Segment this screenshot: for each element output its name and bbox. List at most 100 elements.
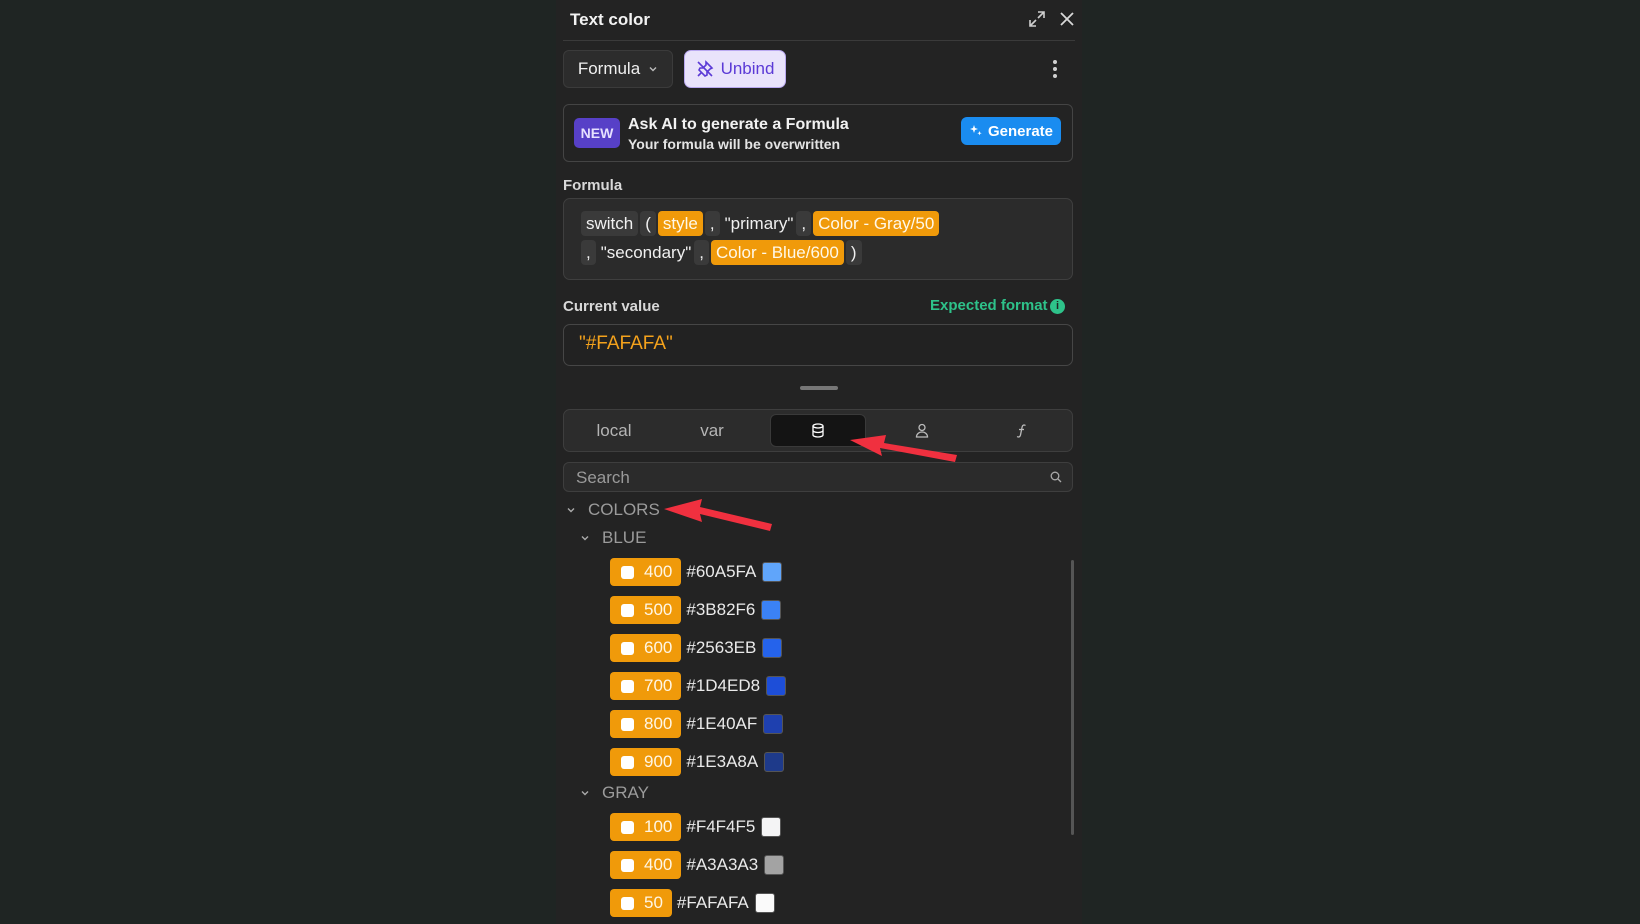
ai-banner-title: Ask AI to generate a Formula	[628, 116, 849, 133]
unpin-icon	[696, 60, 713, 77]
color-row[interactable]: 400 #A3A3A3	[610, 851, 785, 879]
panel-header: Text color	[563, 0, 1075, 41]
color-swatch	[766, 676, 787, 696]
current-value-display: "#FAFAFA"	[563, 324, 1073, 366]
tree-group-label: BLUE	[602, 528, 647, 547]
color-row[interactable]: 800 #1E40AF	[610, 710, 784, 738]
tab-user[interactable]	[874, 414, 970, 447]
color-row[interactable]: 700 #1D4ED8	[610, 672, 787, 700]
search-field[interactable]	[563, 462, 1073, 492]
shade-label: 800	[644, 714, 673, 733]
color-shade-chip[interactable]: 50	[610, 889, 672, 917]
shade-label: 500	[644, 600, 673, 619]
formula-token[interactable]: ,	[796, 211, 812, 236]
function-icon	[1016, 424, 1026, 438]
tab-var[interactable]: var	[666, 414, 758, 447]
variable-box-icon	[621, 641, 634, 655]
formula-token[interactable]: )	[845, 240, 862, 265]
color-shade-chip[interactable]: 800	[610, 710, 682, 738]
color-swatch	[763, 714, 784, 734]
formula-token[interactable]: ,	[694, 240, 709, 265]
tab-local[interactable]: local	[568, 414, 660, 447]
tab-function[interactable]	[976, 414, 1068, 447]
formula-token[interactable]: ,	[704, 211, 720, 236]
formula-variable-token[interactable]: Color - Blue/600	[710, 240, 844, 265]
sparkle-icon	[969, 125, 982, 136]
color-shade-chip[interactable]: 400	[610, 558, 682, 586]
shade-label: 400	[644, 562, 673, 581]
color-row[interactable]: 100 #F4F4F5	[610, 813, 782, 841]
search-icon	[1050, 471, 1062, 483]
formula-string[interactable]: "secondary"	[601, 243, 692, 262]
expected-format-link[interactable]: Expected format	[930, 297, 1048, 314]
color-row[interactable]: 500 #3B82F6	[610, 596, 782, 624]
color-row[interactable]: 600 #2563EB	[610, 634, 783, 662]
variable-box-icon	[621, 679, 634, 693]
info-icon[interactable]: i	[1050, 299, 1065, 314]
color-swatch	[754, 893, 775, 913]
generate-label: Generate	[987, 122, 1054, 140]
color-shade-chip[interactable]: 900	[610, 748, 682, 776]
tree-group-label: COLORS	[588, 500, 660, 519]
tab-data[interactable]	[770, 414, 866, 447]
color-row[interactable]: 50 #FAFAFA	[610, 889, 775, 917]
formula-editor[interactable]: switch(style, "primary", Color - Gray/50, "…	[563, 198, 1073, 280]
chevron-down-icon	[649, 67, 657, 72]
resize-handle[interactable]	[800, 386, 838, 390]
hex-value: #2563EB	[686, 638, 757, 657]
search-input[interactable]	[574, 466, 1028, 490]
close-icon[interactable]	[1057, 9, 1077, 29]
variable-box-icon	[621, 717, 634, 731]
color-swatch	[764, 855, 785, 875]
color-swatch	[761, 600, 782, 620]
shade-label: 600	[644, 638, 673, 657]
panel-title: Text color	[570, 10, 650, 29]
formula-string[interactable]: "primary"	[725, 214, 794, 233]
tree-group-blue[interactable]: BLUE	[580, 528, 646, 548]
chevron-down-icon	[581, 791, 589, 796]
formula-variable-token[interactable]: style	[657, 211, 703, 236]
shade-label: 900	[644, 752, 673, 771]
current-value-label: Current value	[563, 298, 660, 315]
ai-generate-banner: NEW Ask AI to generate a Formula Your fo…	[563, 104, 1073, 162]
color-shade-chip[interactable]: 100	[610, 813, 682, 841]
generate-button[interactable]: Generate	[961, 117, 1061, 145]
color-shade-chip[interactable]: 400	[610, 851, 682, 879]
tree-group-colors[interactable]: COLORS	[566, 500, 660, 520]
new-badge: NEW	[574, 118, 620, 148]
hex-value: #FAFAFA	[676, 893, 749, 912]
unbind-button[interactable]: Unbind	[684, 50, 786, 88]
variable-box-icon	[621, 565, 634, 579]
formula-token[interactable]: ,	[581, 240, 596, 265]
hex-value: #1E40AF	[686, 714, 758, 733]
formula-token[interactable]: (	[640, 211, 656, 236]
color-shade-chip[interactable]: 600	[610, 634, 682, 662]
hex-value: #1D4ED8	[686, 676, 761, 695]
color-shade-chip[interactable]: 700	[610, 672, 682, 700]
hex-value: #3B82F6	[686, 600, 756, 619]
variable-box-icon	[621, 858, 634, 872]
scrollbar[interactable]	[1071, 560, 1074, 835]
shade-label: 50	[644, 893, 663, 912]
color-swatch	[764, 752, 785, 772]
formula-label: Formula	[563, 177, 623, 194]
user-icon	[915, 423, 929, 438]
color-shade-chip[interactable]: 500	[610, 596, 682, 624]
formula-variable-token[interactable]: Color - Gray/50	[813, 211, 940, 236]
more-options-icon[interactable]	[1049, 58, 1061, 80]
shade-label: 100	[644, 817, 673, 836]
expand-icon[interactable]	[1027, 9, 1047, 29]
variable-box-icon	[621, 896, 634, 910]
formula-token[interactable]: switch	[581, 211, 639, 236]
color-row[interactable]: 900 #1E3A8A	[610, 748, 785, 776]
source-tabs: local var	[563, 409, 1073, 452]
color-row[interactable]: 400 #60A5FA	[610, 558, 783, 586]
chevron-down-icon	[581, 536, 589, 541]
chevron-down-icon	[567, 508, 575, 513]
tree-group-gray[interactable]: GRAY	[580, 783, 649, 803]
hex-value: #60A5FA	[686, 562, 757, 581]
formula-mode-dropdown[interactable]: Formula	[563, 50, 673, 88]
ai-banner-subtitle: Your formula will be overwritten	[628, 136, 841, 152]
database-icon	[812, 423, 824, 438]
formula-editor-panel: Text color Formula Unbind NEW Ask AI to …	[556, 0, 1082, 924]
